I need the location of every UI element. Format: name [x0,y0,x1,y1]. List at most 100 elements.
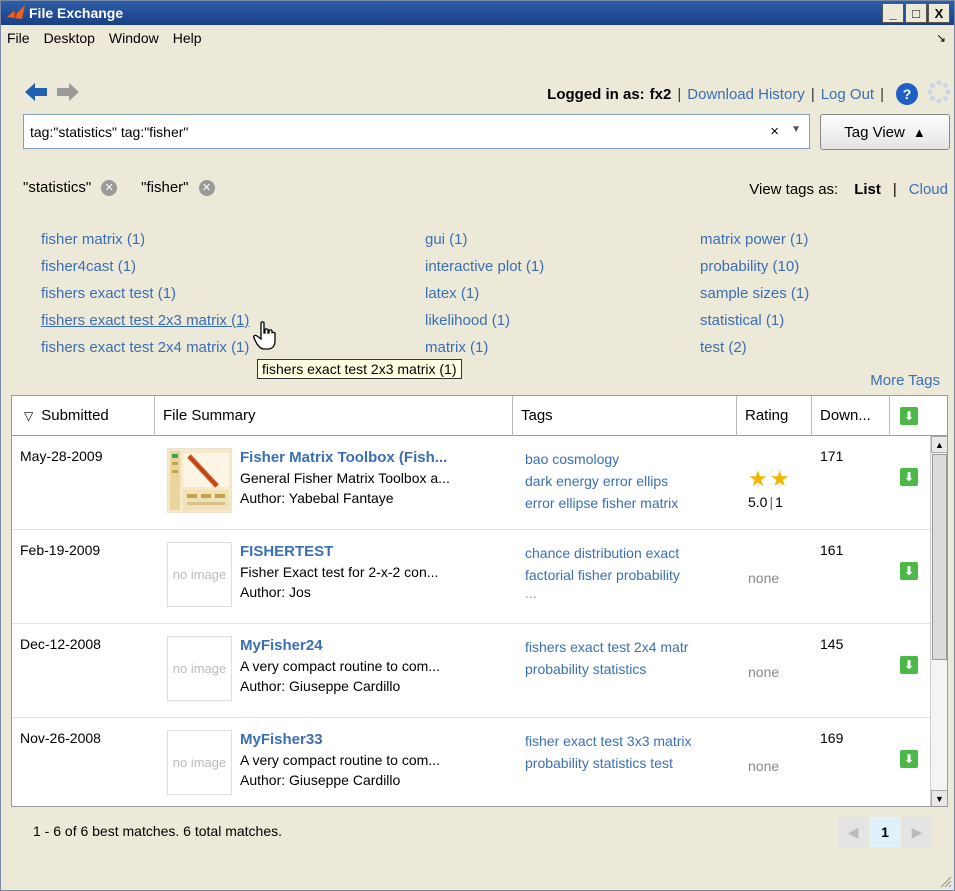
file-rating: none [748,570,780,586]
more-tags-ellipsis[interactable]: ... [525,586,735,600]
help-icon[interactable]: ? [896,83,918,105]
table-header: ▽ Submitted File Summary Tags Rating Down… [12,396,947,436]
tag-link[interactable]: bao cosmology [525,448,735,470]
search-dropdown-icon[interactable]: ▼ [791,124,801,135]
loading-spinner-icon [927,80,951,104]
tag-link[interactable]: statistical (1) [700,310,809,337]
filter-chip-statistics: "statistics" ✕ [23,179,118,196]
no-image-placeholder[interactable]: no image [167,636,232,701]
column-tags[interactable]: Tags [513,396,737,436]
tag-link[interactable]: gui (1) [425,229,544,256]
tag-link[interactable]: fishers exact test 2x4 matr [525,636,735,658]
file-tags: fisher exact test 3x3 matrix probability… [525,730,735,774]
download-icon[interactable]: ⬇ [900,656,918,674]
tag-link[interactable]: likelihood (1) [425,310,544,337]
no-image-placeholder[interactable]: no image [167,730,232,795]
file-tags: fishers exact test 2x4 matr probability … [525,636,735,680]
clear-search-icon[interactable]: × [770,123,779,140]
tag-link[interactable]: probability statistics [525,658,735,680]
submitted-date: Nov-26-2008 [20,730,101,746]
download-count: 161 [820,542,844,558]
search-box: × ▼ [23,114,810,149]
window-controls: _ □ X [882,3,950,23]
table-row[interactable]: Nov-26-2008 no image MyFisher33 A very c… [12,718,930,806]
view-cloud-option[interactable]: Cloud [909,181,948,198]
menu-file[interactable]: File [1,30,37,46]
view-list-option[interactable]: List [854,181,881,198]
download-icon[interactable]: ⬇ [900,562,918,580]
tag-link[interactable]: fishers exact test (1) [41,283,249,310]
table-row[interactable]: May-28-2009 Fisher Matrix Toolbox (Fish.… [12,436,930,530]
file-title-link[interactable]: MyFisher33 [240,730,512,750]
remove-chip-icon[interactable]: ✕ [198,179,215,196]
minimize-button[interactable]: _ [882,3,904,23]
rating-count: 1 [775,494,783,510]
tag-link[interactable]: fisher matrix (1) [41,229,249,256]
table-row[interactable]: Feb-19-2009 no image FISHERTEST Fisher E… [12,530,930,624]
menu-help[interactable]: Help [166,30,209,46]
tag-link[interactable]: fisher4cast (1) [41,256,249,283]
chip-label: "statistics" [23,179,92,196]
column-label: Submitted [41,407,109,424]
tag-link[interactable]: matrix power (1) [700,229,809,256]
remove-chip-icon[interactable]: ✕ [101,179,118,196]
title-bar[interactable]: File Exchange _ □ X [1,1,954,25]
file-title-link[interactable]: Fisher Matrix Toolbox (Fish... [240,448,512,468]
resize-grip-icon[interactable] [938,874,952,888]
file-title-link[interactable]: MyFisher24 [240,636,512,656]
maximize-button[interactable]: □ [905,3,927,23]
column-submitted[interactable]: ▽ Submitted [12,396,155,436]
column-downloads[interactable]: Down... [812,396,890,436]
tag-link[interactable]: latex (1) [425,283,544,310]
separator: | [677,85,682,103]
no-image-placeholder[interactable]: no image [167,542,232,607]
chip-label: "fisher" [141,179,189,196]
fisher-matrix-thumbnail[interactable] [167,448,232,513]
column-file-summary[interactable]: File Summary [155,396,513,436]
log-out-link[interactable]: Log Out [821,86,874,103]
previous-page-icon[interactable]: ◀ [838,817,868,847]
menu-bar: File Desktop Window Help ↘ [1,25,954,51]
download-icon[interactable]: ⬇ [900,750,918,768]
file-description: Fisher Exact test for 2-x-2 con... [240,564,439,580]
forward-arrow-icon[interactable] [55,79,81,105]
download-history-link[interactable]: Download History [687,86,805,103]
current-page[interactable]: 1 [870,817,900,847]
table-row[interactable]: Dec-12-2008 no image MyFisher24 A very c… [12,624,930,718]
tag-link[interactable]: interactive plot (1) [425,256,544,283]
separator: | [892,181,897,198]
more-tags-link[interactable]: More Tags [870,372,940,389]
tag-link[interactable]: sample sizes (1) [700,283,809,310]
tag-link[interactable]: fisher exact test 3x3 matrix [525,730,735,752]
tag-link[interactable]: probability statistics test [525,752,735,774]
tag-tooltip: fishers exact test 2x3 matrix (1) [257,359,462,379]
download-count: 145 [820,636,844,652]
scroll-up-icon[interactable]: ▲ [931,436,947,453]
search-input[interactable] [24,115,744,148]
file-title-link[interactable]: FISHERTEST [240,542,512,562]
menu-window[interactable]: Window [102,30,166,46]
tag-link[interactable]: factorial fisher probability [525,564,735,586]
back-arrow-icon[interactable] [23,79,49,105]
close-button[interactable]: X [928,3,950,23]
file-summary: Fisher Matrix Toolbox (Fish... General F… [240,448,512,508]
undock-arrow-icon[interactable]: ↘ [936,31,946,45]
menu-desktop[interactable]: Desktop [37,30,102,46]
tag-link[interactable]: test (2) [700,337,809,364]
tag-link[interactable]: probability (10) [700,256,809,283]
download-icon[interactable]: ⬇ [900,407,918,425]
tag-link[interactable]: dark energy error ellips [525,470,735,492]
results-table: ▽ Submitted File Summary Tags Rating Down… [11,395,948,807]
scroll-down-icon[interactable]: ▼ [931,790,947,806]
tag-link[interactable]: chance distribution exact [525,542,735,564]
tag-link[interactable]: fishers exact test 2x4 matrix (1) [41,337,249,364]
scrollbar-thumb[interactable] [932,454,947,660]
logged-in-label: Logged in as: [547,85,645,103]
download-icon[interactable]: ⬇ [900,468,918,486]
vertical-scrollbar[interactable]: ▲ ▼ [930,436,947,806]
tag-view-button[interactable]: Tag View ▲ [820,114,950,150]
column-rating[interactable]: Rating [737,396,812,436]
next-page-icon[interactable]: ▶ [902,817,932,847]
tag-link[interactable]: fishers exact test 2x3 matrix (1) [41,310,249,337]
tag-link[interactable]: error ellipse fisher matrix [525,492,735,514]
